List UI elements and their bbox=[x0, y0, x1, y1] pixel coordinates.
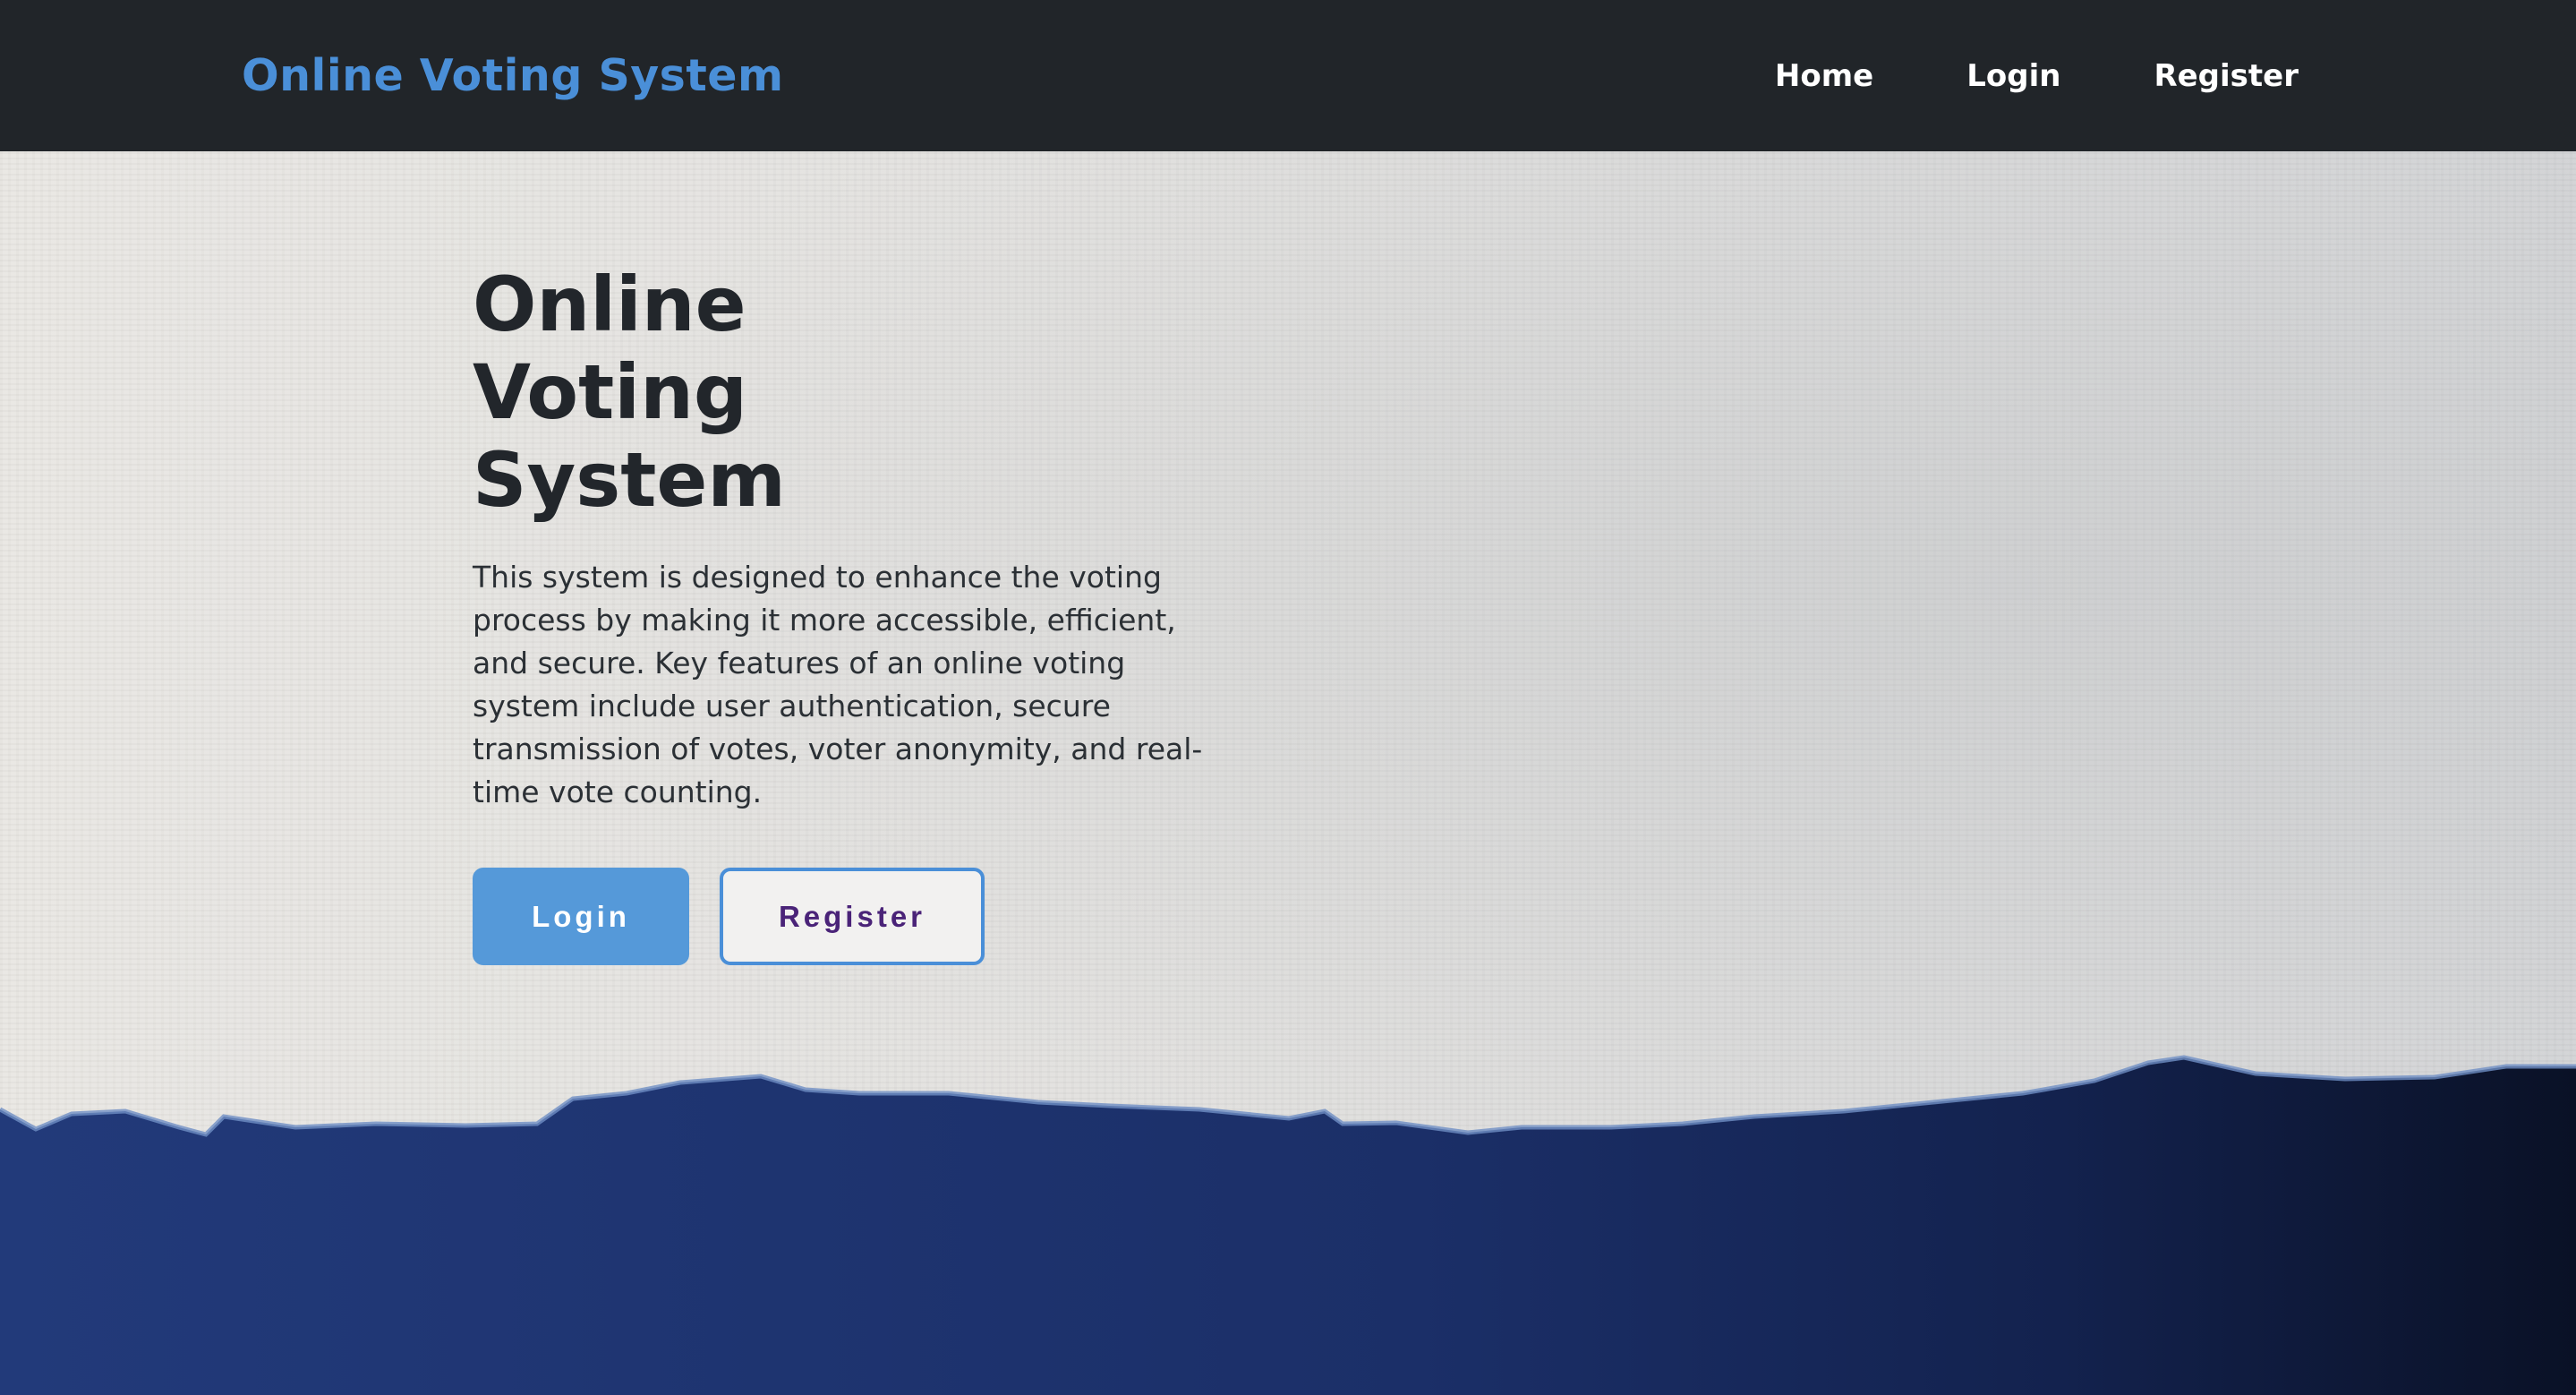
nav-links: Home Login Register bbox=[1775, 58, 2299, 94]
top-navbar: Online Voting System Home Login Register bbox=[0, 0, 2576, 151]
torn-paper-edge bbox=[0, 1055, 2576, 1395]
nav-link-register[interactable]: Register bbox=[2154, 58, 2299, 94]
nav-link-home[interactable]: Home bbox=[1775, 58, 1873, 94]
page-title: Online Voting System bbox=[473, 261, 786, 524]
brand-logo-text[interactable]: Online Voting System bbox=[242, 50, 784, 101]
register-button[interactable]: Register bbox=[720, 868, 985, 965]
hero-actions: Login Register bbox=[473, 868, 1242, 965]
hero-section: Online Voting System This system is desi… bbox=[0, 151, 2576, 1395]
nav-link-login[interactable]: Login bbox=[1966, 58, 2060, 94]
hero-description: This system is designed to enhance the v… bbox=[473, 560, 1203, 809]
hero-content: Online Voting System This system is desi… bbox=[473, 261, 1242, 965]
login-button[interactable]: Login bbox=[473, 868, 689, 965]
